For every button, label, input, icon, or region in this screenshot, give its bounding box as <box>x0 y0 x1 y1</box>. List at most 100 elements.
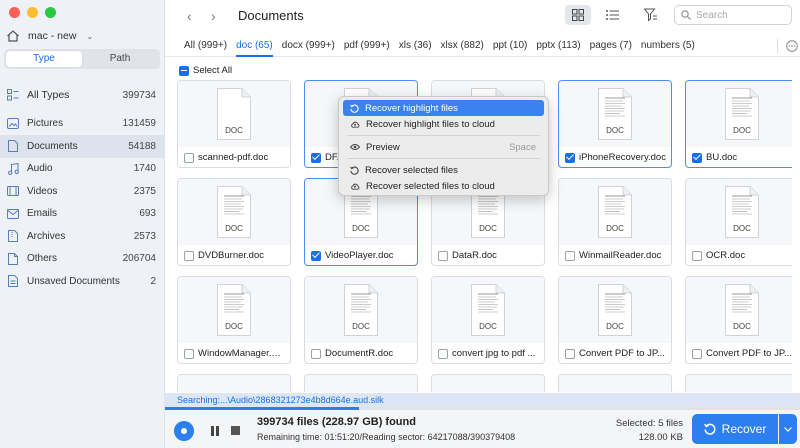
category-all-types[interactable]: All Types 399734 <box>0 84 165 107</box>
file-name: convert jpg to pdf ... <box>452 348 536 359</box>
svg-text:DOC: DOC <box>352 322 370 331</box>
menu-separator <box>347 158 540 159</box>
doc-thumbnail-icon: DOC <box>471 284 505 336</box>
list-view-button[interactable] <box>599 5 625 25</box>
file-thumbnail: DOC <box>686 81 792 147</box>
file-card[interactable]: DOC OCR.doc <box>685 178 792 266</box>
file-name: VideoPlayer.doc <box>325 250 394 261</box>
file-card[interactable]: DOC scanned-pdf.doc <box>177 80 291 168</box>
file-card[interactable]: DOC convert jpg to pdf ... <box>431 276 545 364</box>
back-chevron-icon[interactable]: ‹ <box>187 8 192 24</box>
pause-button[interactable] <box>211 426 220 436</box>
file-checkbox[interactable] <box>565 250 575 261</box>
category-audio[interactable]: Audio 1740 <box>0 158 165 181</box>
category-documents[interactable]: Documents 54188 <box>0 135 165 158</box>
search-input[interactable] <box>696 9 786 21</box>
zoom-window-button[interactable] <box>45 7 56 18</box>
device-selector[interactable]: mac - new ⌄ <box>4 27 160 45</box>
file-card-partial[interactable] <box>304 374 418 392</box>
file-checkbox[interactable] <box>565 152 575 163</box>
tab-docx[interactable]: docx (999+) <box>282 35 335 57</box>
file-thumbnail: DOC <box>305 277 417 343</box>
grid-icon <box>572 9 584 21</box>
menu-item-recover-selected-cloud[interactable]: Recover selected files to cloud <box>343 178 544 194</box>
select-all[interactable]: Select All <box>179 65 232 76</box>
file-checkbox[interactable] <box>311 250 321 261</box>
tab-pptx[interactable]: pptx (113) <box>536 35 580 57</box>
file-caption: WindowManager.doc <box>184 348 286 359</box>
tab-numbers[interactable]: numbers (5) <box>641 35 695 57</box>
recover-button[interactable]: Recover <box>692 414 778 444</box>
category-pictures[interactable]: Pictures 131459 <box>0 113 165 136</box>
file-name: WinmailReader.doc <box>579 250 662 261</box>
file-card[interactable]: DOC iPhoneRecovery.doc <box>558 80 672 168</box>
file-checkbox[interactable] <box>692 152 702 163</box>
file-card-partial[interactable] <box>177 374 291 392</box>
tab-pdf[interactable]: pdf (999+) <box>344 35 390 57</box>
file-checkbox[interactable] <box>438 250 448 261</box>
file-thumbnail: DOC <box>178 277 290 343</box>
file-caption: iPhoneRecovery.doc <box>565 152 667 163</box>
menu-item-recover-selected[interactable]: Recover selected files <box>343 162 544 178</box>
file-card[interactable]: DOC DocumentR.doc <box>304 276 418 364</box>
segment-type[interactable]: Type <box>6 51 82 67</box>
file-card[interactable]: DOC WinmailReader.doc <box>558 178 672 266</box>
file-checkbox[interactable] <box>184 152 194 163</box>
file-card-partial[interactable] <box>431 374 545 392</box>
category-unsaved-documents[interactable]: Unsaved Documents 2 <box>0 270 165 293</box>
file-checkbox[interactable] <box>311 348 321 359</box>
category-others[interactable]: Others 206704 <box>0 248 165 271</box>
search-box[interactable] <box>674 5 792 25</box>
file-checkbox[interactable] <box>184 250 194 261</box>
file-card[interactable]: DOC Convert PDF to JP... <box>558 276 672 364</box>
file-name: WindowManager.doc <box>198 348 286 359</box>
file-card-partial[interactable] <box>558 374 672 392</box>
menu-item-preview[interactable]: Preview Space <box>343 139 544 155</box>
file-name: Convert PDF to JP... <box>706 348 792 359</box>
file-checkbox[interactable] <box>692 348 702 359</box>
file-caption: WinmailReader.doc <box>565 250 667 261</box>
filter-icon <box>644 8 657 22</box>
svg-text:DOC: DOC <box>733 224 751 233</box>
more-options-icon[interactable] <box>786 40 798 52</box>
cloud-recover-icon <box>351 121 360 128</box>
tab-doc[interactable]: doc (65) <box>236 35 273 57</box>
file-caption: VideoPlayer.doc <box>311 250 413 261</box>
file-card[interactable]: DOC BU.doc <box>685 80 792 168</box>
grid-view-button[interactable] <box>565 5 591 25</box>
forward-chevron-icon[interactable]: › <box>211 8 216 24</box>
close-window-button[interactable] <box>9 7 20 18</box>
menu-item-recover-highlight-cloud[interactable]: Recover highlight files to cloud <box>343 116 544 132</box>
tab-pages[interactable]: pages (7) <box>590 35 632 57</box>
file-caption: DVDBurner.doc <box>184 250 286 261</box>
file-card-partial[interactable] <box>685 374 792 392</box>
file-card[interactable]: DOC Convert PDF to JP... <box>685 276 792 364</box>
file-checkbox[interactable] <box>692 250 702 261</box>
recover-dropdown-button[interactable] <box>779 414 797 444</box>
category-videos[interactable]: Videos 2375 <box>0 180 165 203</box>
file-checkbox[interactable] <box>184 348 194 359</box>
file-checkbox[interactable] <box>311 152 321 163</box>
doc-thumbnail-icon: DOC <box>344 284 378 336</box>
file-caption: DocumentR.doc <box>311 348 413 359</box>
filter-button[interactable] <box>643 6 659 24</box>
tab-xlsx[interactable]: xlsx (882) <box>441 35 484 57</box>
tab-ppt[interactable]: ppt (10) <box>493 35 527 57</box>
select-all-checkbox[interactable] <box>179 65 189 76</box>
svg-text:DOC: DOC <box>225 224 243 233</box>
tab-xls[interactable]: xls (36) <box>399 35 432 57</box>
doc-thumbnail-icon: DOC <box>725 186 759 238</box>
file-checkbox[interactable] <box>438 348 448 359</box>
file-card[interactable]: DOC DVDBurner.doc <box>177 178 291 266</box>
tab-all[interactable]: All (999+) <box>184 35 227 57</box>
unsaved-document-icon <box>6 274 20 288</box>
file-checkbox[interactable] <box>565 348 575 359</box>
category-archives[interactable]: Archives 2573 <box>0 225 165 248</box>
file-card[interactable]: DOC WindowManager.doc <box>177 276 291 364</box>
pause-icon <box>211 426 214 436</box>
menu-item-recover-highlight[interactable]: Recover highlight files <box>343 100 544 116</box>
stop-button[interactable] <box>231 426 240 435</box>
segment-path[interactable]: Path <box>82 51 158 67</box>
category-emails[interactable]: Emails 693 <box>0 203 165 226</box>
minimize-window-button[interactable] <box>27 7 38 18</box>
